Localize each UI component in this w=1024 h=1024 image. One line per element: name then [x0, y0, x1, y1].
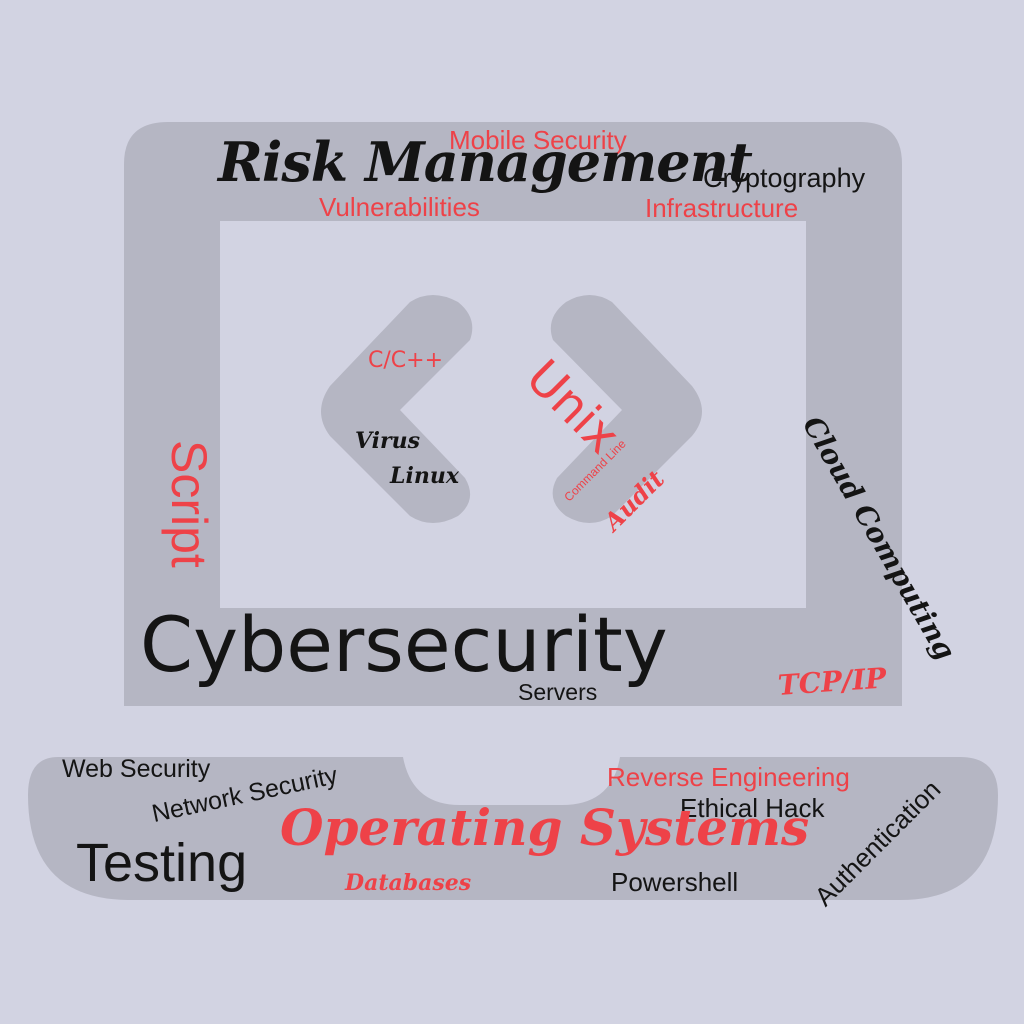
word-cloud-canvas: Mobile Security Risk Management Cryptogr…: [0, 0, 1024, 1024]
word-operating-systems: Operating Systems: [280, 798, 810, 857]
word-vulnerabilities: Vulnerabilities: [319, 192, 480, 222]
word-cybersecurity: Cybersecurity: [140, 600, 668, 689]
word-cryptography: Cryptography: [703, 163, 866, 193]
word-virus: Virus: [355, 428, 421, 454]
word-linux: Linux: [390, 463, 459, 489]
laptop-screen: [220, 221, 806, 608]
word-servers: Servers: [518, 679, 598, 705]
word-powershell: Powershell: [611, 867, 739, 897]
word-reverse-engineering: Reverse Engineering: [607, 762, 850, 792]
word-tcp-ip: TCP/IP: [776, 661, 888, 702]
word-c-cpp: C/C++: [368, 348, 444, 373]
word-script: Script: [161, 440, 217, 568]
word-infrastructure: Infrastructure: [645, 193, 799, 223]
word-web-security: Web Security: [62, 755, 211, 783]
word-databases: Databases: [345, 870, 472, 896]
word-risk-management: Risk Management: [218, 130, 753, 194]
word-testing: Testing: [76, 833, 248, 893]
